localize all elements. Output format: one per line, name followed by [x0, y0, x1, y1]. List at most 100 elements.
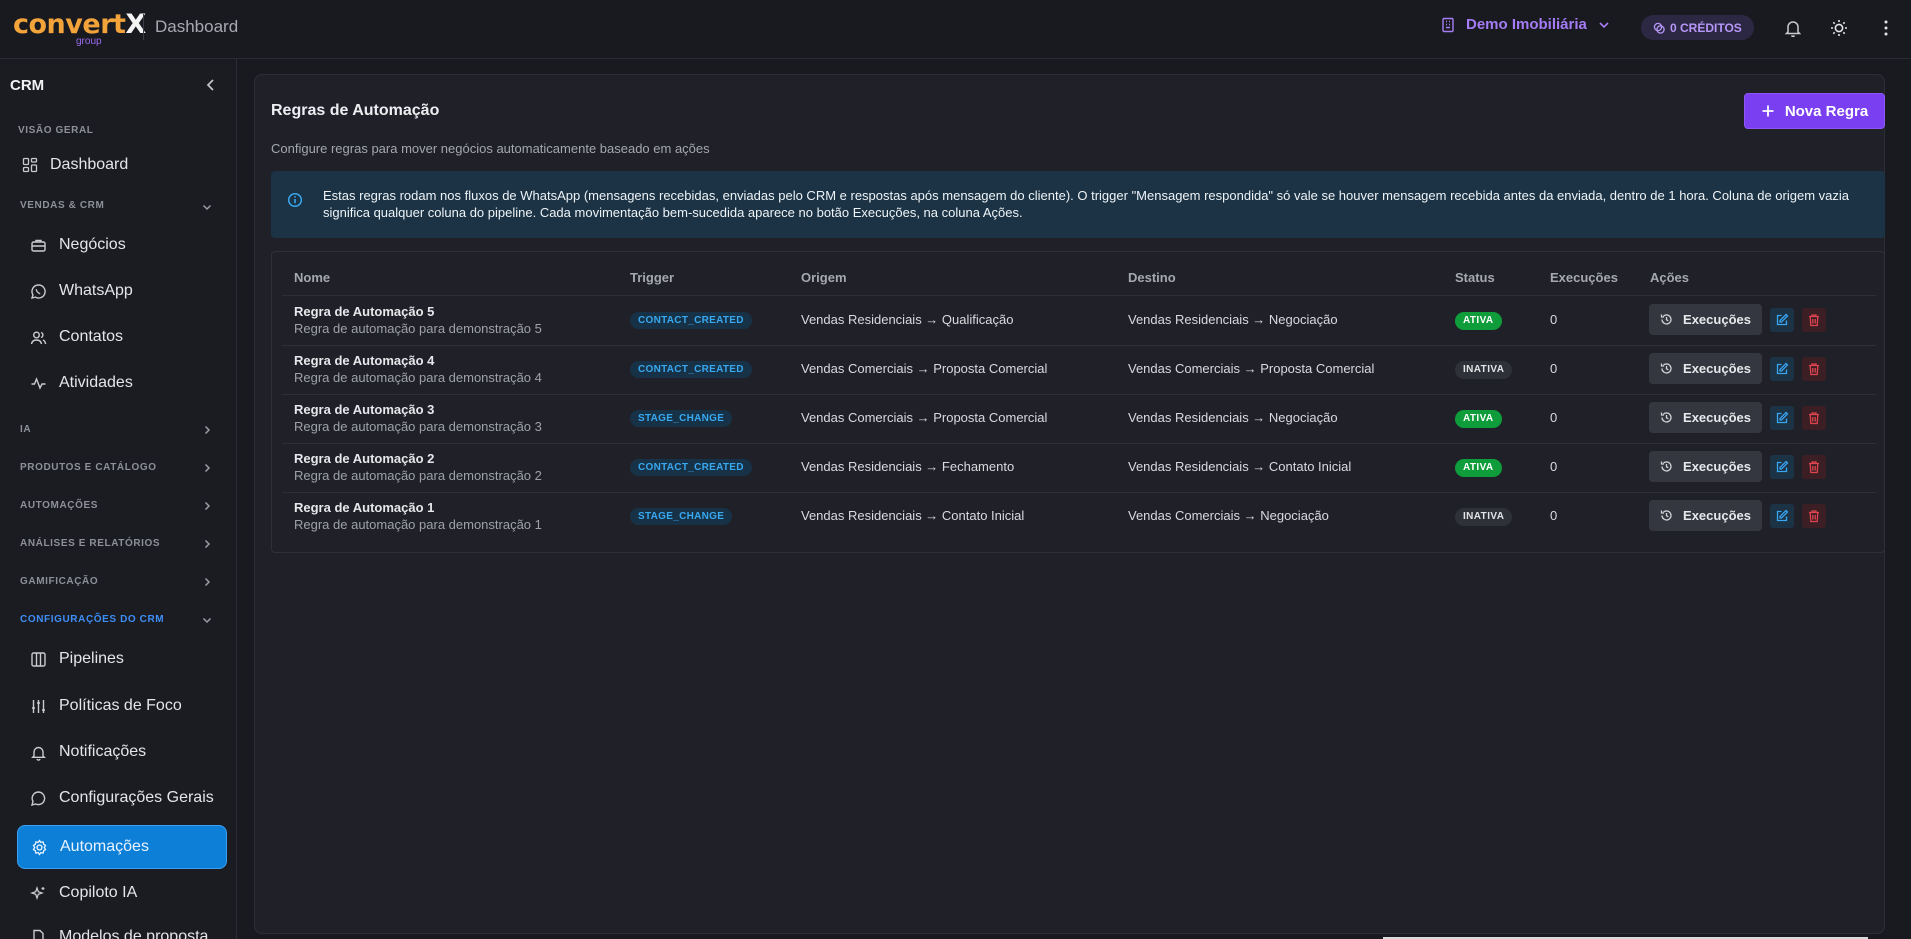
status-badge: ATIVA: [1455, 459, 1502, 477]
executions-button[interactable]: Execuções: [1649, 353, 1762, 384]
rule-description: Regra de automação para demonstração 4: [294, 370, 542, 385]
column-header-trigger[interactable]: Trigger: [630, 270, 674, 285]
edit-icon: [1776, 362, 1789, 375]
info-banner: Estas regras rodam nos fluxos de WhatsAp…: [271, 171, 1885, 238]
more-vertical-icon[interactable]: [1876, 18, 1896, 38]
whatsapp-icon: [30, 283, 46, 299]
rule-origin: Vendas Comerciais → Proposta Comercial: [801, 361, 1048, 376]
section-automations[interactable]: AUTOMAÇÕES: [20, 500, 98, 511]
rule-description: Regra de automação para demonstração 5: [294, 321, 542, 336]
rule-destination: Vendas Residenciais → Contato Inicial: [1128, 459, 1352, 474]
company-name: Demo Imobiliária: [1466, 16, 1587, 33]
chevron-right-icon[interactable]: [200, 461, 214, 475]
executions-button[interactable]: Execuções: [1649, 500, 1762, 531]
executions-button[interactable]: Execuções: [1649, 304, 1762, 335]
edit-button[interactable]: [1770, 308, 1794, 332]
column-header-executions[interactable]: Execuções: [1550, 270, 1618, 285]
rule-destination: Vendas Residenciais → Negociação: [1128, 410, 1338, 425]
sidebar-item-focus-policies[interactable]: Políticas de Foco: [17, 684, 227, 728]
chevron-right-icon[interactable]: [200, 575, 214, 589]
chevron-down-icon[interactable]: [200, 200, 214, 214]
new-rule-button[interactable]: Nova Regra: [1744, 93, 1885, 129]
trash-icon: [1809, 314, 1819, 327]
executions-label: Execuções: [1683, 508, 1751, 523]
logo-text-group: group: [76, 36, 102, 47]
grid-icon: [22, 157, 38, 173]
column-header-status[interactable]: Status: [1455, 270, 1495, 285]
status-badge: INATIVA: [1455, 508, 1513, 526]
credits-badge[interactable]: 0 CRÉDITOS: [1641, 15, 1754, 40]
section-analytics[interactable]: ANÁLISES E RELATÓRIOS: [20, 538, 160, 549]
company-selector[interactable]: Demo Imobiliária: [1440, 16, 1611, 33]
trigger-badge: STAGE_CHANGE: [630, 410, 733, 427]
sidebar-item-label: Notificações: [59, 743, 147, 760]
section-gamification[interactable]: GAMIFICAÇÃO: [20, 576, 98, 587]
sidebar-item-copilot[interactable]: Copiloto IA: [17, 871, 227, 915]
chevron-right-icon[interactable]: [200, 499, 214, 513]
sidebar-item-activities[interactable]: Atividades: [17, 361, 227, 405]
rule-destination: Vendas Comerciais → Proposta Comercial: [1128, 361, 1375, 376]
sidebar-item-contacts[interactable]: Contatos: [17, 315, 227, 359]
collapse-sidebar-icon[interactable]: [203, 77, 219, 93]
delete-button[interactable]: [1802, 308, 1826, 332]
section-crm-settings[interactable]: CONFIGURAÇÕES DO CRM: [20, 614, 164, 625]
history-icon: [1660, 314, 1672, 325]
sidebar-item-pipelines[interactable]: Pipelines: [17, 637, 227, 681]
sidebar-item-automations[interactable]: Automações: [17, 825, 227, 869]
column-header-destination[interactable]: Destino: [1128, 270, 1176, 285]
table-row: Regra de Automação 5 Regra de automação …: [272, 296, 1884, 345]
credits-label: 0 CRÉDITOS: [1670, 20, 1742, 35]
edit-button[interactable]: [1770, 406, 1794, 430]
plus-icon: [1762, 105, 1774, 117]
edit-button[interactable]: [1770, 357, 1794, 381]
edit-button[interactable]: [1770, 455, 1794, 479]
table-row: Regra de Automação 1 Regra de automação …: [272, 492, 1884, 541]
executions-button[interactable]: Execuções: [1649, 451, 1762, 482]
section-products[interactable]: PRODUTOS E CATÁLOGO: [20, 462, 157, 473]
section-sales[interactable]: VENDAS & CRM: [20, 200, 104, 211]
rule-destination: Vendas Comerciais → Negociação: [1128, 508, 1329, 523]
history-icon: [1660, 510, 1672, 521]
logo[interactable]: convertX group: [13, 9, 146, 47]
chevron-right-icon[interactable]: [200, 537, 214, 551]
sidebar-item-label: Pipelines: [59, 650, 124, 667]
column-header-origin[interactable]: Origem: [801, 270, 847, 285]
rule-origin: Vendas Comerciais → Proposta Comercial: [801, 410, 1048, 425]
table-row: Regra de Automação 2 Regra de automação …: [272, 443, 1884, 492]
delete-button[interactable]: [1802, 406, 1826, 430]
executions-label: Execuções: [1683, 459, 1751, 474]
activity-icon: [31, 376, 46, 390]
sidebar-item-dashboard[interactable]: Dashboard: [17, 143, 227, 187]
delete-button[interactable]: [1802, 455, 1826, 479]
sliders-icon: [32, 699, 45, 713]
executions-button[interactable]: Execuções: [1649, 402, 1762, 433]
edit-icon: [1776, 411, 1789, 424]
sun-icon[interactable]: [1829, 18, 1849, 38]
delete-button[interactable]: [1802, 504, 1826, 528]
delete-button[interactable]: [1802, 357, 1826, 381]
columns-icon: [31, 651, 46, 667]
trigger-badge: CONTACT_CREATED: [630, 361, 752, 378]
sidebar-item-notifications[interactable]: Notificações: [17, 730, 227, 774]
sidebar-item-label: Dashboard: [50, 156, 129, 173]
history-icon: [1660, 363, 1672, 374]
chevron-down-icon[interactable]: [200, 613, 214, 627]
users-icon: [30, 331, 47, 344]
sidebar-item-proposal-models[interactable]: Modelos de proposta: [17, 915, 227, 939]
edit-icon: [1776, 313, 1789, 326]
sidebar-item-label: Copiloto IA: [59, 884, 138, 901]
rule-name: Regra de Automação 4: [294, 353, 435, 368]
sidebar-item-label: Contatos: [59, 328, 124, 345]
trash-icon: [1809, 363, 1819, 376]
column-header-name[interactable]: Nome: [294, 270, 330, 285]
bell-icon[interactable]: [1783, 18, 1803, 38]
chevron-right-icon[interactable]: [200, 423, 214, 437]
section-ai[interactable]: IA: [20, 424, 31, 435]
sidebar-item-deals[interactable]: Negócios: [17, 223, 227, 267]
sidebar-item-whatsapp[interactable]: WhatsApp: [17, 269, 227, 313]
sidebar-item-general-settings[interactable]: Configurações Gerais: [17, 776, 227, 820]
edit-button[interactable]: [1770, 504, 1794, 528]
coins-icon: [1653, 22, 1665, 34]
sidebar-item-label: Configurações Gerais: [59, 789, 214, 806]
header-divider: [143, 14, 144, 40]
